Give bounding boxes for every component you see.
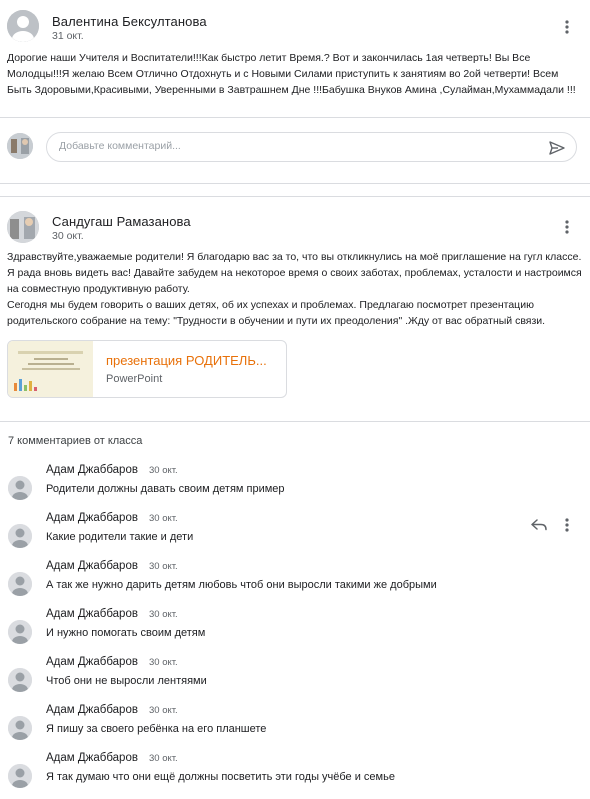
commenter-name: Адам Джаббаров: [46, 752, 138, 764]
commenter-avatar[interactable]: [8, 668, 32, 692]
commenter-avatar[interactable]: [8, 524, 32, 548]
comment-date: 30 окт.: [149, 705, 178, 716]
comment-date: 30 окт.: [149, 513, 178, 524]
attachment-thumbnail: [8, 341, 93, 397]
commenter-name: Адам Джаббаров: [46, 704, 138, 716]
comment-box: [46, 132, 577, 162]
comment-item: Адам Джаббаров 30 окт. Родители должны д…: [0, 464, 590, 512]
user-avatar: [7, 133, 33, 159]
comment-text: Я так думаю что они ещё должны посветить…: [46, 771, 395, 783]
commenter-avatar[interactable]: [8, 716, 32, 740]
comment-date: 30 окт.: [149, 657, 178, 668]
commenter-avatar[interactable]: [8, 620, 32, 644]
comment-date: 30 окт.: [149, 465, 178, 476]
commenter-avatar[interactable]: [8, 572, 32, 596]
send-button[interactable]: [546, 137, 568, 159]
comment-actions: [528, 514, 578, 536]
attachment-title: презентация РОДИТЕЛЬ...: [106, 353, 267, 368]
author-avatar[interactable]: [7, 10, 39, 42]
post-date: 30 окт.: [52, 230, 84, 242]
attachment-type: PowerPoint: [106, 373, 163, 385]
post-card: Валентина Бексултанова 31 окт. Дорогие н…: [0, 0, 590, 118]
comment-item: Адам Джаббаров 30 окт. А так же нужно да…: [0, 560, 590, 608]
reply-icon: [531, 519, 547, 531]
comment-text: И нужно помогать своим детям: [46, 627, 206, 639]
more-vert-icon: [565, 20, 569, 34]
commenter-name: Адам Джаббаров: [46, 608, 138, 620]
comment-text: Я пишу за своего ребёнка на его планшете: [46, 723, 267, 735]
more-vert-icon: [565, 220, 569, 234]
comment-date: 30 окт.: [149, 609, 178, 620]
author-avatar[interactable]: [7, 211, 39, 243]
more-options-button[interactable]: [556, 514, 578, 536]
reply-button[interactable]: [528, 514, 550, 536]
comment-text: Чтоб они не выросли лентяями: [46, 675, 207, 687]
commenter-name: Адам Джаббаров: [46, 464, 138, 476]
commenter-name: Адам Джаббаров: [46, 560, 138, 572]
comment-item: Адам Джаббаров 30 окт. Чтоб они не вырос…: [0, 656, 590, 704]
comment-input[interactable]: [59, 140, 529, 152]
comment-date: 30 окт.: [149, 561, 178, 572]
post-body: Здравствуйте,уважаемые родители! Я благо…: [7, 251, 582, 327]
commenter-avatar[interactable]: [8, 476, 32, 500]
comment-item: Адам Джаббаров 30 окт. Я пишу за своего …: [0, 704, 590, 752]
author-name: Валентина Бексултанова: [52, 14, 207, 29]
send-icon: [549, 141, 565, 155]
post-date: 31 окт.: [52, 30, 84, 42]
comment-text: А так же нужно дарить детям любовь чтоб …: [46, 579, 437, 591]
commenter-avatar[interactable]: [8, 764, 32, 788]
more-options-button[interactable]: [555, 215, 579, 239]
author-name: Сандугаш Рамазанова: [52, 214, 191, 229]
add-comment-row: [0, 118, 590, 184]
comment-item: Адам Джаббаров 30 окт. Какие родители та…: [0, 512, 590, 560]
comment-text: Какие родители такие и дети: [46, 531, 194, 543]
more-options-button[interactable]: [555, 15, 579, 39]
comment-item: Адам Джаббаров 30 окт. Я так думаю что о…: [0, 752, 590, 799]
post-body: Дорогие наши Учителя и Воспитатели!!!Как…: [7, 52, 576, 96]
comment-date: 30 окт.: [149, 753, 178, 764]
commenter-name: Адам Джаббаров: [46, 656, 138, 668]
commenter-name: Адам Джаббаров: [46, 512, 138, 524]
comment-item: Адам Джаббаров 30 окт. И нужно помогать …: [0, 608, 590, 656]
comments-count-link[interactable]: 7 комментариев от класса: [8, 435, 142, 447]
more-vert-icon: [565, 518, 569, 532]
comment-text: Родители должны давать своим детям приме…: [46, 483, 285, 495]
attachment-card[interactable]: презентация РОДИТЕЛЬ... PowerPoint: [7, 340, 287, 398]
